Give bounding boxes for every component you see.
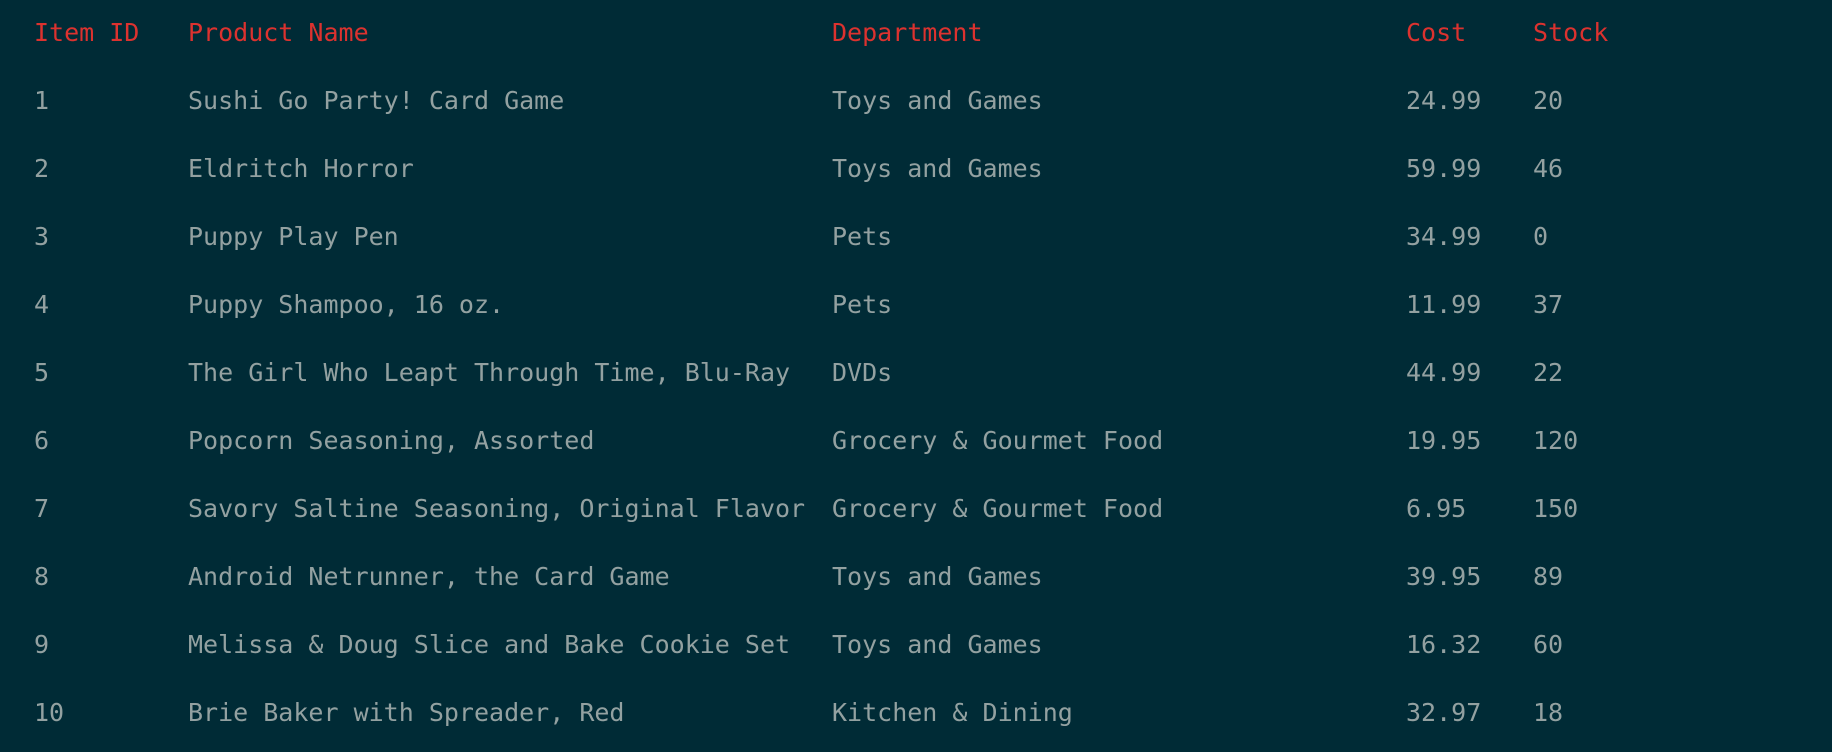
header-item-id: Item ID [34, 18, 140, 47]
cell-stock: 22 [1533, 358, 1564, 387]
cell-stock: 150 [1533, 494, 1579, 523]
cell-cost: 19.95 [1406, 426, 1482, 455]
cell-stock: 120 [1533, 426, 1579, 455]
table-row: 8 Android Netrunner, the Card Game Toys … [0, 560, 1832, 594]
header-cost: Cost [1406, 18, 1467, 47]
cell-stock: 18 [1533, 698, 1564, 727]
cell-cost: 16.32 [1406, 630, 1482, 659]
cell-cost: 59.99 [1406, 154, 1482, 183]
cell-department: Kitchen & Dining [832, 698, 1073, 727]
cell-product-name: Android Netrunner, the Card Game [188, 562, 670, 591]
cell-item-id: 9 [34, 630, 50, 659]
table-row: 9 Melissa & Doug Slice and Bake Cookie S… [0, 628, 1832, 662]
cell-department: Toys and Games [832, 562, 1043, 591]
cell-item-id: 6 [34, 426, 50, 455]
cell-product-name: Brie Baker with Spreader, Red [188, 698, 625, 727]
table-row: 1 Sushi Go Party! Card Game Toys and Gam… [0, 84, 1832, 118]
table-row: 7 Savory Saltine Seasoning, Original Fla… [0, 492, 1832, 526]
cell-item-id: 4 [34, 290, 50, 319]
cell-cost: 24.99 [1406, 86, 1482, 115]
cell-cost: 32.97 [1406, 698, 1482, 727]
cell-department: Toys and Games [832, 630, 1043, 659]
header-stock: Stock [1533, 18, 1609, 47]
cell-item-id: 1 [34, 86, 50, 115]
table-row: 2 Eldritch Horror Toys and Games 59.99 4… [0, 152, 1832, 186]
cell-department: DVDs [832, 358, 893, 387]
table-row: 4 Puppy Shampoo, 16 oz. Pets 11.99 37 [0, 288, 1832, 322]
cell-product-name: Puppy Play Pen [188, 222, 399, 251]
terminal-output: Item ID Product Name Department Cost Sto… [0, 0, 1832, 752]
cell-stock: 20 [1533, 86, 1564, 115]
table-row: 10 Brie Baker with Spreader, Red Kitchen… [0, 696, 1832, 730]
cell-cost: 6.95 [1406, 494, 1467, 523]
cell-cost: 39.95 [1406, 562, 1482, 591]
cell-stock: 89 [1533, 562, 1564, 591]
cell-stock: 37 [1533, 290, 1564, 319]
table-row: 6 Popcorn Seasoning, Assorted Grocery & … [0, 424, 1832, 458]
cell-product-name: Popcorn Seasoning, Assorted [188, 426, 595, 455]
cell-department: Toys and Games [832, 86, 1043, 115]
cell-item-id: 8 [34, 562, 50, 591]
table-header-row: Item ID Product Name Department Cost Sto… [0, 16, 1832, 50]
cell-department: Toys and Games [832, 154, 1043, 183]
cell-cost: 11.99 [1406, 290, 1482, 319]
cell-department: Pets [832, 222, 893, 251]
table-row: 3 Puppy Play Pen Pets 34.99 0 [0, 220, 1832, 254]
cell-product-name: The Girl Who Leapt Through Time, Blu-Ray [188, 358, 791, 387]
cell-item-id: 10 [34, 698, 65, 727]
cell-department: Grocery & Gourmet Food [832, 426, 1164, 455]
cell-product-name: Puppy Shampoo, 16 oz. [188, 290, 505, 319]
cell-stock: 60 [1533, 630, 1564, 659]
cell-product-name: Sushi Go Party! Card Game [188, 86, 565, 115]
header-department: Department [832, 18, 983, 47]
cell-stock: 0 [1533, 222, 1549, 251]
cell-stock: 46 [1533, 154, 1564, 183]
cell-product-name: Savory Saltine Seasoning, Original Flavo… [188, 494, 806, 523]
cell-product-name: Melissa & Doug Slice and Bake Cookie Set [188, 630, 791, 659]
cell-department: Grocery & Gourmet Food [832, 494, 1164, 523]
cell-item-id: 2 [34, 154, 50, 183]
cell-cost: 34.99 [1406, 222, 1482, 251]
header-product-name: Product Name [188, 18, 369, 47]
cell-product-name: Eldritch Horror [188, 154, 414, 183]
cell-item-id: 3 [34, 222, 50, 251]
cell-item-id: 7 [34, 494, 50, 523]
cell-item-id: 5 [34, 358, 50, 387]
table-row: 5 The Girl Who Leapt Through Time, Blu-R… [0, 356, 1832, 390]
cell-department: Pets [832, 290, 893, 319]
cell-cost: 44.99 [1406, 358, 1482, 387]
